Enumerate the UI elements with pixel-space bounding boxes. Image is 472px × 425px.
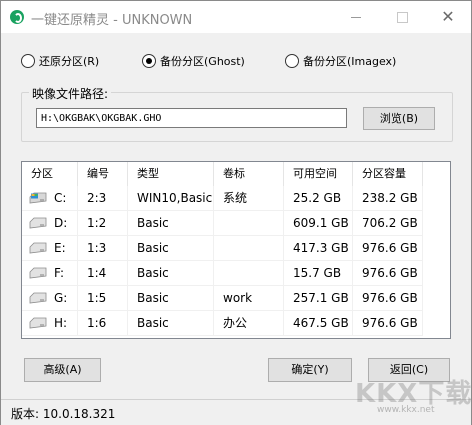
drive-icon — [29, 217, 47, 229]
column-header-label[interactable]: 卷标 — [214, 162, 284, 186]
cell-free-space: 15.7 GB — [284, 261, 353, 286]
close-button[interactable]: ✕ — [425, 1, 471, 33]
cell-label: 系统 — [214, 186, 284, 211]
main-window: 一键还原精灵 - UNKNOWN ✕ 还原分区(R) 备份分区(Ghost) 备… — [0, 0, 472, 425]
close-icon: ✕ — [441, 7, 455, 26]
cell-type: Basic — [128, 311, 214, 336]
radio-label: 备份分区(Imagex) — [303, 55, 397, 68]
column-header-capacity[interactable]: 分区容量 — [353, 162, 423, 186]
drive-icon — [29, 267, 47, 279]
cell-number: 2:3 — [78, 186, 128, 211]
cell-drive: C: — [22, 186, 78, 211]
status-bar: 版本: 10.0.18.321 — [1, 399, 471, 425]
cell-number: 1:4 — [78, 261, 128, 286]
maximize-icon — [397, 12, 408, 23]
cell-type: Basic — [128, 286, 214, 311]
radio-restore-partition[interactable]: 还原分区(R) — [21, 53, 99, 69]
cell-type: WIN10,Basic — [128, 186, 214, 211]
table-row[interactable]: F: 1:4 Basic 15.7 GB 976.6 GB — [22, 261, 423, 286]
image-path-label: 映像文件路径: — [29, 85, 112, 102]
cell-drive: G: — [22, 286, 78, 311]
table-row[interactable]: C: 2:3 WIN10,Basic 系统 25.2 GB 238.2 GB — [22, 186, 423, 211]
minimize-icon — [351, 17, 361, 18]
cell-free-space: 257.1 GB — [284, 286, 353, 311]
cell-type: Basic — [128, 236, 214, 261]
column-header-type[interactable]: 类型 — [128, 162, 214, 186]
cell-capacity: 976.6 GB — [353, 286, 423, 311]
drive-icon — [29, 292, 47, 304]
ok-button[interactable]: 确定(Y) — [268, 358, 352, 382]
cell-capacity: 706.2 GB — [353, 211, 423, 236]
cell-number: 1:5 — [78, 286, 128, 311]
radio-label: 还原分区(R) — [39, 55, 100, 68]
window-title: 一键还原精灵 - UNKNOWN — [31, 13, 193, 28]
cell-capacity: 976.6 GB — [353, 311, 423, 336]
table-row[interactable]: G: 1:5 Basic work 257.1 GB 976.6 GB — [22, 286, 423, 311]
title-bar[interactable]: 一键还原精灵 - UNKNOWN ✕ — [1, 1, 471, 33]
table-row[interactable]: E: 1:3 Basic 417.3 GB 976.6 GB — [22, 236, 423, 261]
cell-type: Basic — [128, 211, 214, 236]
radio-indicator — [285, 54, 299, 68]
radio-indicator — [142, 54, 156, 68]
cell-number: 1:6 — [78, 311, 128, 336]
cell-capacity: 238.2 GB — [353, 186, 423, 211]
drive-letter: D: — [54, 216, 68, 230]
cell-drive: H: — [22, 311, 78, 336]
app-logo-icon — [10, 10, 24, 24]
cell-drive: D: — [22, 211, 78, 236]
cell-capacity: 976.6 GB — [353, 261, 423, 286]
radio-backup-ghost[interactable]: 备份分区(Ghost) — [142, 53, 245, 69]
column-header-number[interactable]: 编号 — [78, 162, 128, 186]
cell-free-space: 609.1 GB — [284, 211, 353, 236]
cell-label: work — [214, 286, 284, 311]
cell-number: 1:3 — [78, 236, 128, 261]
partition-table[interactable]: 分区 编号 类型 卷标 可用空间 分区容量 C: 2:3 WIN10,Basic… — [21, 161, 451, 339]
table-header: 分区 编号 类型 卷标 可用空间 分区容量 — [22, 162, 450, 186]
system-drive-icon — [29, 192, 47, 204]
column-header-partition[interactable]: 分区 — [22, 162, 78, 186]
cell-label — [214, 236, 284, 261]
advanced-button[interactable]: 高级(A) — [24, 358, 101, 382]
drive-icon — [29, 317, 47, 329]
radio-label: 备份分区(Ghost) — [160, 55, 245, 68]
cell-free-space: 25.2 GB — [284, 186, 353, 211]
radio-backup-imagex[interactable]: 备份分区(Imagex) — [285, 53, 396, 69]
drive-letter: E: — [54, 241, 66, 255]
version-text: 版本: 10.0.18.321 — [11, 407, 116, 421]
drive-letter: C: — [54, 191, 67, 205]
drive-letter: H: — [54, 316, 68, 330]
cell-label — [214, 211, 284, 236]
drive-icon — [29, 242, 47, 254]
radio-indicator — [21, 54, 35, 68]
back-button[interactable]: 返回(C) — [368, 358, 450, 382]
table-row[interactable]: H: 1:6 Basic 办公 467.5 GB 976.6 GB — [22, 311, 423, 336]
browse-button[interactable]: 浏览(B) — [363, 107, 435, 130]
cell-label — [214, 261, 284, 286]
minimize-button[interactable] — [333, 1, 379, 33]
cell-free-space: 467.5 GB — [284, 311, 353, 336]
drive-letter: F: — [54, 266, 65, 280]
cell-label: 办公 — [214, 311, 284, 336]
cell-drive: E: — [22, 236, 78, 261]
column-header-free-space[interactable]: 可用空间 — [284, 162, 353, 186]
cell-free-space: 417.3 GB — [284, 236, 353, 261]
maximize-button[interactable] — [379, 1, 425, 33]
drive-letter: G: — [54, 291, 68, 305]
cell-number: 1:2 — [78, 211, 128, 236]
cell-drive: F: — [22, 261, 78, 286]
image-path-input[interactable]: H:\OKGBAK\OKGBAK.GHO — [36, 108, 347, 128]
cell-capacity: 976.6 GB — [353, 236, 423, 261]
table-row[interactable]: D: 1:2 Basic 609.1 GB 706.2 GB — [22, 211, 423, 236]
cell-type: Basic — [128, 261, 214, 286]
